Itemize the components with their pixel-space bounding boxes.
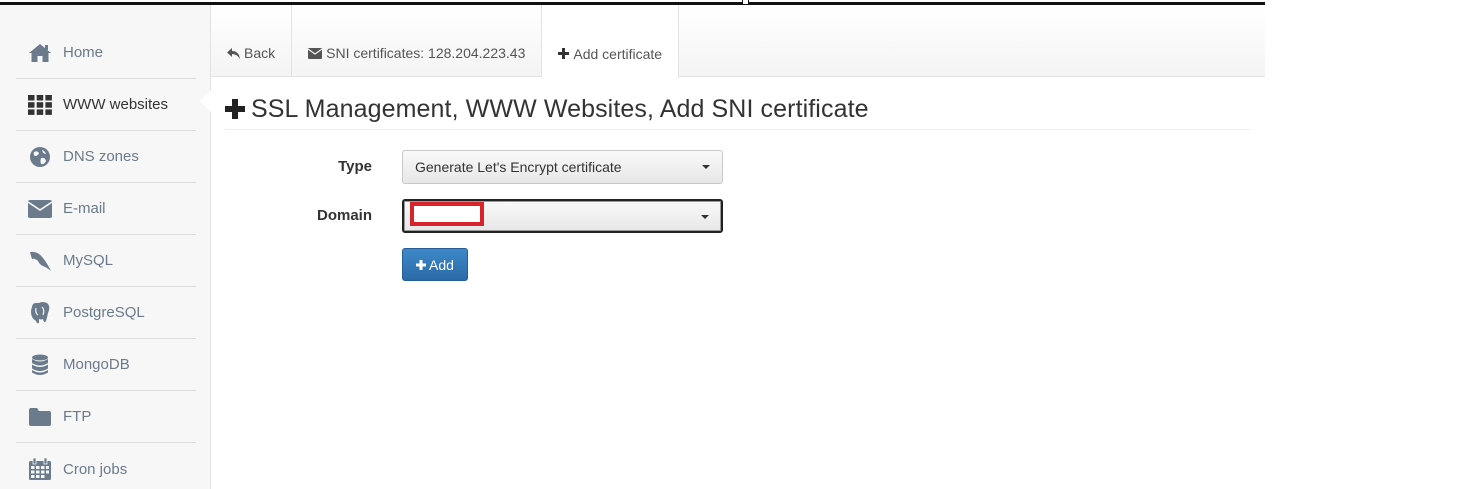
sidebar-item-label: MongoDB bbox=[63, 356, 130, 373]
type-label: Type bbox=[338, 158, 372, 175]
sidebar-item-label: Home bbox=[63, 44, 104, 61]
page-title-text: SSL Management, WWW Websites, Add SNI ce… bbox=[251, 94, 869, 123]
domain-select[interactable] bbox=[402, 199, 723, 233]
tab-label: Add certificate bbox=[573, 45, 663, 62]
sidebar-item-label: MySQL bbox=[63, 252, 114, 269]
sidebar-item-mongodb[interactable]: MongoDB bbox=[16, 339, 196, 391]
sidebar-item-home[interactable]: Home bbox=[16, 5, 196, 79]
chevron-down-icon bbox=[701, 215, 709, 219]
home-icon bbox=[28, 41, 52, 65]
sidebar-item-label: DNS zones bbox=[63, 148, 139, 165]
tab-back[interactable]: Back bbox=[211, 5, 293, 77]
sidebar-item-mysql[interactable]: MySQL bbox=[16, 235, 196, 287]
sidebar-item-dns-zones[interactable]: DNS zones bbox=[16, 131, 196, 183]
sidebar-nav: Home WWW websites DNS zones E-mail MySQL… bbox=[16, 5, 196, 489]
page-title: SSL Management, WWW Websites, Add SNI ce… bbox=[225, 95, 1251, 130]
sidebar-item-cron-jobs[interactable]: Cron jobs bbox=[16, 443, 196, 489]
sidebar-item-label: WWW websites bbox=[63, 96, 168, 113]
sidebar-item-postgresql[interactable]: PostgreSQL bbox=[16, 287, 196, 339]
sidebar-item-label: Cron jobs bbox=[63, 460, 128, 478]
chevron-down-icon bbox=[702, 165, 710, 169]
domain-label: Domain bbox=[316, 207, 372, 224]
plus-icon bbox=[416, 259, 427, 270]
tab-add-certificate[interactable]: Add certificate bbox=[542, 5, 680, 78]
add-button-label: Add bbox=[429, 256, 454, 273]
tab-label: SNI certificates: 128.204.223.43 bbox=[326, 45, 526, 61]
sidebar-item-email[interactable]: E-mail bbox=[16, 183, 196, 235]
folder-icon bbox=[28, 405, 52, 429]
sidebar-item-www-websites[interactable]: WWW websites bbox=[16, 79, 196, 131]
type-select[interactable]: Generate Let's Encrypt certificate bbox=[402, 150, 723, 184]
active-item-pointer bbox=[200, 90, 211, 112]
envelope-icon bbox=[28, 197, 52, 221]
type-select-value: Generate Let's Encrypt certificate bbox=[415, 159, 622, 175]
elephant-icon bbox=[28, 301, 52, 325]
add-button[interactable]: Add bbox=[402, 248, 468, 281]
dolphin-icon bbox=[28, 249, 52, 273]
sidebar-item-ftp[interactable]: FTP bbox=[16, 391, 196, 443]
grid-icon bbox=[28, 93, 52, 117]
envelope-icon bbox=[308, 47, 323, 59]
sidebar-item-label: FTP bbox=[63, 408, 92, 425]
calendar-icon bbox=[28, 457, 52, 481]
globe-icon bbox=[28, 145, 52, 169]
database-icon bbox=[28, 353, 52, 377]
plus-icon bbox=[558, 48, 570, 59]
sidebar-item-label: E-mail bbox=[63, 200, 106, 217]
tab-label: Back bbox=[244, 45, 276, 61]
plus-icon bbox=[225, 99, 245, 119]
tab-bar: Back SNI certificates: 128.204.223.43 Ad… bbox=[211, 5, 1265, 78]
tab-sni-certificates[interactable]: SNI certificates: 128.204.223.43 bbox=[292, 5, 543, 77]
sidebar-item-label: PostgreSQL bbox=[63, 304, 145, 321]
sidebar: Home WWW websites DNS zones E-mail MySQL… bbox=[0, 5, 211, 489]
reply-icon bbox=[227, 47, 240, 59]
redaction-box bbox=[410, 202, 484, 226]
